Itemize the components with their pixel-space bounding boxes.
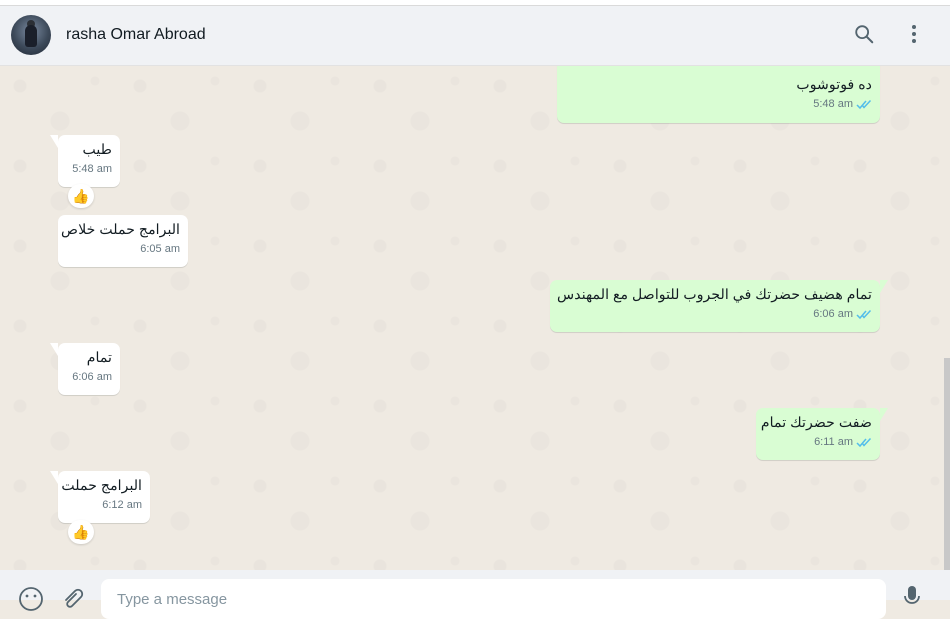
message-time: 6:05 am [140, 243, 180, 255]
reaction-badge[interactable]: 👍 [68, 520, 94, 544]
message-outgoing[interactable]: ده فوتوشوب 5:48 am [557, 66, 880, 123]
message-text: تمام هضيف حضرتك في الجروب للتواصل مع الم… [556, 287, 872, 303]
contact-name[interactable]: rasha Omar Abroad [66, 26, 206, 44]
double-check-icon [856, 99, 872, 110]
message-time: 6:06 am [813, 308, 853, 320]
message-time: 5:48 am [72, 163, 112, 175]
emoji-icon[interactable] [18, 586, 44, 617]
message-text: ضفت حضرتك تمام [760, 415, 872, 431]
double-check-icon [856, 437, 872, 448]
message-time: 6:11 am [814, 436, 853, 448]
message-text: البرامج حملت [61, 478, 142, 494]
chat-header: rasha Omar Abroad [0, 6, 950, 66]
message-input[interactable] [101, 579, 886, 619]
message-incoming[interactable]: طيب 5:48 am [50, 135, 120, 187]
composer-bar [0, 570, 950, 619]
scrollbar-thumb[interactable] [944, 358, 950, 570]
search-button[interactable] [850, 22, 878, 50]
message-time: 6:06 am [72, 371, 112, 383]
message-text: ده فوتوشوب [796, 77, 872, 93]
message-outgoing[interactable]: تمام هضيف حضرتك في الجروب للتواصل مع الم… [550, 280, 888, 332]
message-text: البرامج حملت خلاص [61, 222, 180, 238]
message-outgoing[interactable]: ضفت حضرتك تمام 6:11 am [756, 408, 888, 460]
paperclip-icon[interactable] [62, 586, 86, 615]
avatar[interactable] [11, 15, 51, 55]
message-text: طيب [82, 142, 112, 158]
double-check-icon [856, 309, 872, 320]
chat-area[interactable]: ده فوتوشوب 5:48 am طيب 5:48 am 👍 البرامج… [0, 66, 944, 570]
message-time: 6:12 am [102, 499, 142, 511]
message-time: 5:48 am [813, 98, 853, 110]
message-incoming[interactable]: البرامج حملت خلاص 6:05 am [58, 215, 188, 267]
search-icon [853, 23, 875, 50]
message-incoming[interactable]: تمام 6:06 am [50, 343, 120, 395]
message-incoming[interactable]: البرامج حملت 6:12 am [50, 471, 150, 523]
message-text: تمام [86, 350, 112, 366]
menu-button[interactable] [900, 22, 928, 50]
reaction-badge[interactable]: 👍 [68, 184, 94, 208]
kebab-menu-icon [911, 23, 917, 50]
